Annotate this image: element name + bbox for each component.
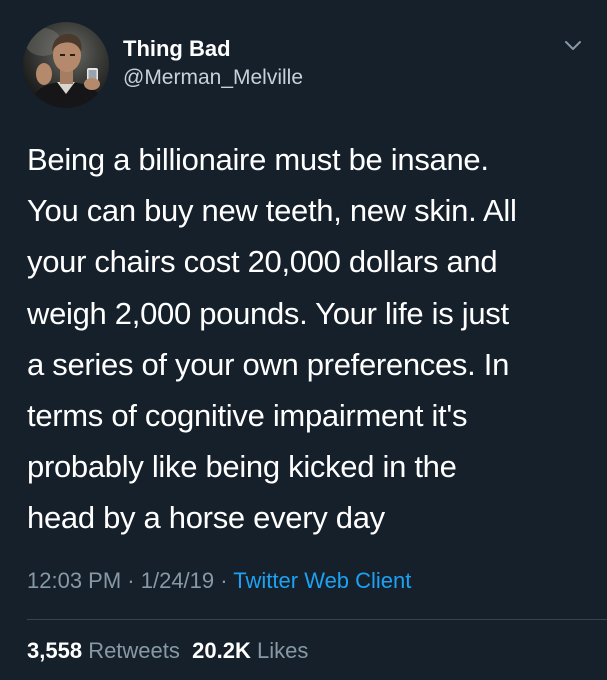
- user-handle[interactable]: @Merman_Melville: [123, 66, 303, 90]
- tweet-text-line: a series of your own preferences. In: [27, 346, 510, 382]
- tweet-text-line: terms of cognitive impairment it's: [27, 398, 468, 434]
- likes-count: 20.2K: [192, 638, 251, 663]
- display-name[interactable]: Thing Bad: [123, 36, 231, 62]
- likes-stat[interactable]: 20.2K Likes: [192, 638, 308, 663]
- retweets-count: 3,558: [27, 638, 83, 663]
- tweet-source-link[interactable]: Twitter Web Client: [233, 568, 411, 593]
- chevron-down-icon[interactable]: [561, 36, 585, 56]
- person-with-phone-avatar-icon: [25, 28, 105, 108]
- tweet-time[interactable]: 12:03 PM: [27, 568, 121, 593]
- meta-separator: ·: [121, 568, 141, 593]
- tweet-text-line: Being a billionaire must be insane.: [27, 142, 489, 177]
- tweet-text-line: head by a horse every day: [27, 500, 385, 536]
- tweet-text-line: probably like being kicked in the: [27, 449, 457, 485]
- retweets-stat[interactable]: 3,558 Retweets: [27, 638, 180, 663]
- user-avatar[interactable]: [23, 22, 109, 108]
- meta-separator: ·: [214, 568, 234, 593]
- tweet-text-line: weigh 2,000 pounds. Your life is just: [27, 295, 509, 331]
- likes-label: Likes: [256, 638, 309, 663]
- tweet-card: Thing Bad @Merman_Melville Being a billi…: [0, 0, 607, 680]
- tweet-date[interactable]: 1/24/19: [141, 568, 214, 593]
- retweets-label: Retweets: [88, 638, 180, 663]
- tweet-text: Being a billionaire must be insane. You …: [27, 134, 587, 544]
- tweet-text-line: your chairs cost 20,000 dollars and: [27, 244, 498, 280]
- tweet-stats: 3,558 Retweets 20.2K Likes: [27, 638, 308, 664]
- tweet-text-line: You can buy new teeth, new skin. All: [27, 193, 517, 229]
- tweet-meta: 12:03 PM · 1/24/19 · Twitter Web Client: [27, 568, 411, 594]
- divider: [27, 619, 607, 620]
